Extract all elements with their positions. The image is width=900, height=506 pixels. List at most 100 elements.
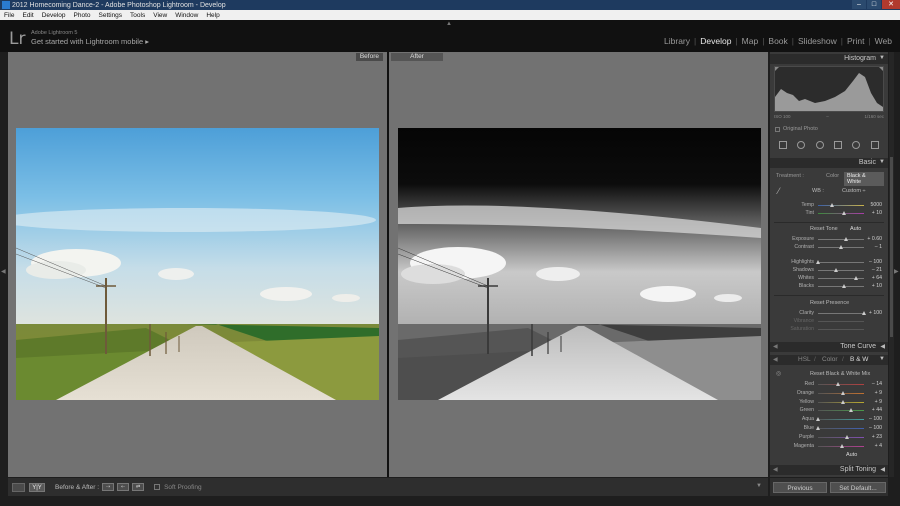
original-photo-checkbox[interactable] (775, 126, 780, 132)
bw-green-slider[interactable]: Green + 44 (778, 407, 882, 415)
close-button[interactable]: ✕ (882, 0, 900, 9)
tab-hsl[interactable]: HSL (798, 356, 811, 363)
module-develop[interactable]: Develop (700, 36, 731, 46)
adjustment-brush-icon[interactable] (870, 141, 879, 149)
scrollbar-thumb[interactable] (890, 157, 893, 337)
reset-tone-button[interactable]: Reset Tone (810, 226, 838, 232)
red-eye-icon[interactable] (815, 141, 824, 149)
tone-curve-header[interactable]: ◀ Tone Curve ◀ (770, 342, 888, 352)
before-photo[interactable] (16, 128, 379, 400)
mobile-prompt-link[interactable]: Get started with Lightroom mobile ▸ (31, 37, 149, 46)
slider-knob[interactable] (839, 443, 844, 448)
panel-switch-icon[interactable]: ◀ (773, 356, 778, 363)
exposure-slider[interactable]: Exposure + 0.60 (778, 236, 882, 244)
blacks-slider[interactable]: Blacks + 10 (778, 283, 882, 291)
expand-triangle-icon: ◀ (880, 467, 885, 473)
treatment-color-option[interactable]: Color (826, 173, 839, 179)
previous-button[interactable]: Previous (773, 482, 827, 493)
shutter-speed: 1/160 sec (864, 114, 884, 119)
bw-magenta-slider[interactable]: Magenta + 4 (778, 443, 882, 451)
minimize-button[interactable]: – (852, 0, 866, 9)
radial-filter-icon[interactable] (852, 141, 861, 149)
set-default-button[interactable]: Set Default... (830, 482, 886, 493)
contrast-slider[interactable]: Contrast – 1 (778, 244, 882, 252)
histogram-graph (775, 67, 883, 111)
original-photo-toggle[interactable]: Original Photo (775, 126, 818, 132)
copy-after-to-before-button[interactable]: ⇠ (117, 483, 130, 491)
menu-edit[interactable]: Edit (22, 12, 33, 19)
crop-tool-icon[interactable] (779, 141, 788, 149)
histogram-header[interactable]: Histogram ▼ (770, 54, 888, 64)
right-panel-toggle-icon[interactable]: ▶ (894, 268, 899, 275)
menu-window[interactable]: Window (175, 12, 198, 19)
slider-knob[interactable] (849, 408, 854, 413)
slider-knob[interactable] (841, 390, 846, 395)
menu-view[interactable]: View (153, 12, 167, 19)
menu-settings[interactable]: Settings (99, 12, 123, 19)
clarity-slider[interactable]: Clarity + 100 (778, 310, 882, 318)
top-panel-toggle-icon[interactable]: ▲ (446, 21, 452, 27)
menu-photo[interactable]: Photo (74, 12, 91, 19)
slider-knob[interactable] (844, 434, 849, 439)
reset-presence-button[interactable]: Reset Presence (810, 300, 849, 306)
hsl-header[interactable]: ◀ HSL / Color / B & W ▼ (770, 355, 888, 365)
before-after-view-button[interactable]: Y|Y (29, 482, 45, 492)
panel-switch-icon[interactable]: ◀ (773, 466, 778, 473)
module-book[interactable]: Book (768, 36, 787, 46)
bw-blue-slider[interactable]: Blue – 100 (778, 425, 882, 433)
temp-slider[interactable]: Temp 5000 (778, 202, 882, 210)
wb-preset-select[interactable]: Custom ÷ (842, 188, 866, 194)
split-toning-header[interactable]: ◀ Split Toning ◀ (770, 465, 888, 475)
tab-bw[interactable]: B & W (850, 356, 868, 363)
module-web[interactable]: Web (875, 36, 892, 46)
module-slideshow[interactable]: Slideshow (798, 36, 837, 46)
maximize-button[interactable]: □ (867, 0, 881, 9)
shadows-slider[interactable]: Shadows – 21 (778, 267, 882, 275)
loupe-view-button[interactable] (12, 482, 25, 492)
swap-before-after-button[interactable]: ⇄ (132, 483, 145, 491)
bw-orange-slider[interactable]: Orange + 9 (778, 390, 882, 398)
before-pane: Before (8, 52, 387, 477)
bw-yellow-slider[interactable]: Yellow + 9 (778, 399, 882, 407)
highlights-slider[interactable]: Highlights – 100 (778, 259, 882, 267)
auto-tone-button[interactable]: Auto (850, 226, 861, 232)
after-label: After (391, 53, 443, 61)
copy-before-to-after-button[interactable]: ⇢ (102, 483, 115, 491)
bw-aqua-slider[interactable]: Aqua – 100 (778, 416, 882, 424)
slider-knob[interactable] (835, 382, 840, 386)
after-photo[interactable] (398, 128, 761, 400)
slider-knob[interactable] (841, 399, 846, 404)
tab-color[interactable]: Color (822, 356, 838, 363)
panel-switch-icon[interactable]: ◀ (773, 343, 778, 350)
whites-slider[interactable]: Whites + 64 (778, 275, 882, 283)
bw-purple-slider[interactable]: Purple + 23 (778, 434, 882, 442)
module-picker: Library | Develop | Map | Book | Slidesh… (664, 36, 892, 46)
panel-scrollbar[interactable] (889, 52, 894, 477)
menu-tools[interactable]: Tools (130, 12, 145, 19)
menu-help[interactable]: Help (206, 12, 219, 19)
graduated-filter-icon[interactable] (834, 141, 843, 149)
module-map[interactable]: Map (742, 36, 759, 46)
bw-red-slider[interactable]: Red – 14 (778, 381, 882, 389)
treatment-bw-option[interactable]: Black & White (844, 172, 884, 186)
iso-value: ISO 100 (774, 114, 791, 119)
basic-header[interactable]: Basic ▼ (770, 158, 888, 168)
window-title: 2012 Homecoming Dance-2 - Adobe Photosho… (12, 1, 226, 9)
reset-bw-mix-button[interactable]: Reset Black & White Mix (810, 371, 870, 377)
wb-eyedropper-icon[interactable]: ⁄ (778, 186, 780, 196)
targeted-adjustment-icon[interactable]: ◎ (776, 370, 781, 377)
spot-removal-icon[interactable] (797, 141, 806, 149)
slider-knob[interactable] (816, 417, 820, 422)
focal-length: – (826, 114, 829, 119)
histogram (774, 66, 884, 112)
left-panel-toggle-icon[interactable]: ◀ (1, 268, 6, 275)
module-library[interactable]: Library (664, 36, 690, 46)
menu-file[interactable]: File (4, 12, 14, 19)
menu-develop[interactable]: Develop (42, 12, 66, 19)
soft-proofing-checkbox[interactable] (154, 484, 161, 490)
bw-auto-button[interactable]: Auto (846, 452, 857, 458)
toolbar-menu-chevron-icon[interactable]: ▼ (756, 483, 762, 489)
slider-knob[interactable] (816, 426, 820, 430)
module-print[interactable]: Print (847, 36, 864, 46)
tint-slider[interactable]: Tint + 10 (778, 210, 882, 218)
